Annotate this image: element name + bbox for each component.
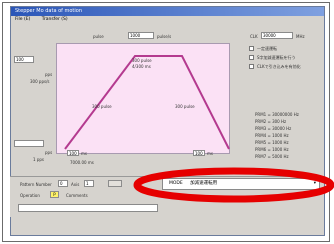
menu-transfer[interactable]: Transfer (S) [42, 17, 68, 22]
clk-input[interactable]: 30000 [261, 32, 293, 39]
field2-rate: 1 pps [33, 157, 44, 162]
axis-input[interactable]: 1 [84, 180, 94, 187]
accel-label: 300 pulse [92, 104, 112, 109]
comments-input[interactable] [18, 204, 158, 212]
top-plateau-label: 300 pulse [132, 58, 152, 63]
readout-6: PRM6 = 1000 Hz [255, 147, 289, 152]
option-label-1: 一定速運転 [257, 46, 277, 51]
start-speed-input[interactable]: 100 [14, 56, 34, 63]
operation-indicator[interactable]: P [50, 191, 59, 198]
trapezoid-line [64, 55, 230, 150]
top-value-input[interactable]: 1000 [128, 32, 154, 39]
mode-select[interactable]: MODE 加減速運転用 ▾ [162, 178, 320, 190]
axis-button[interactable] [108, 180, 122, 187]
menu-bar: File (E) Transfer (S) [11, 16, 324, 23]
accel-time-input[interactable]: 100 [67, 150, 79, 156]
decel-time-unit: ms [207, 151, 213, 156]
decel-label: 300 pulse [175, 104, 195, 109]
decel-time-input[interactable]: 100 [193, 150, 205, 156]
readout-3: PRM3 = 30000 Hz [255, 126, 292, 131]
field1-rate: 300 pps/s [30, 79, 50, 84]
window-title: Stepper Mo data of motion [11, 7, 324, 16]
top-speed-unit: pulse/s [157, 34, 172, 39]
axis-label: Axis [71, 182, 80, 187]
mode-select-label: MODE [169, 181, 183, 186]
option-label-2: S字加減速運転を行う [257, 55, 296, 60]
chevron-down-icon: ▾ [313, 181, 316, 186]
option-checkbox-1[interactable] [249, 46, 254, 51]
accel-time-unit: ms [81, 151, 87, 156]
end-speed-input[interactable] [14, 140, 44, 147]
readout-4: PRM4 = 1000 Hz [255, 133, 289, 138]
clk-unit: MHz [296, 34, 305, 39]
readout-2: PRM2 = 300 Hz [255, 119, 287, 124]
option-checkbox-3[interactable] [249, 64, 254, 69]
mode-select-value: 加減速運転用 [190, 181, 218, 186]
clk-label: CLK [250, 34, 258, 39]
readout-7: PRM7 = 5000 Hz [255, 154, 289, 159]
readout-1: PRM1 = 30000000 Hz [255, 112, 299, 117]
menu-file[interactable]: File (E) [15, 17, 30, 22]
option-label-3: CLKで引き込みを有効化 [257, 64, 301, 69]
total-time-label: 7000.00 ms [70, 160, 94, 165]
pattern-number-label: Pattern Number [20, 182, 52, 187]
operation-label: Operation [20, 193, 40, 198]
field1-unit: pps [45, 72, 53, 77]
top-left-unit: pulse [93, 34, 104, 39]
option-checkbox-2[interactable] [249, 55, 254, 60]
comments-label: Comments [66, 193, 88, 198]
field2-unit: pps [45, 150, 53, 155]
readout-5: PRM5 = 1000 Hz [255, 140, 289, 145]
top-plateau-time: 4/300 ms [132, 64, 151, 69]
pattern-number-input[interactable]: 0 [58, 180, 68, 187]
